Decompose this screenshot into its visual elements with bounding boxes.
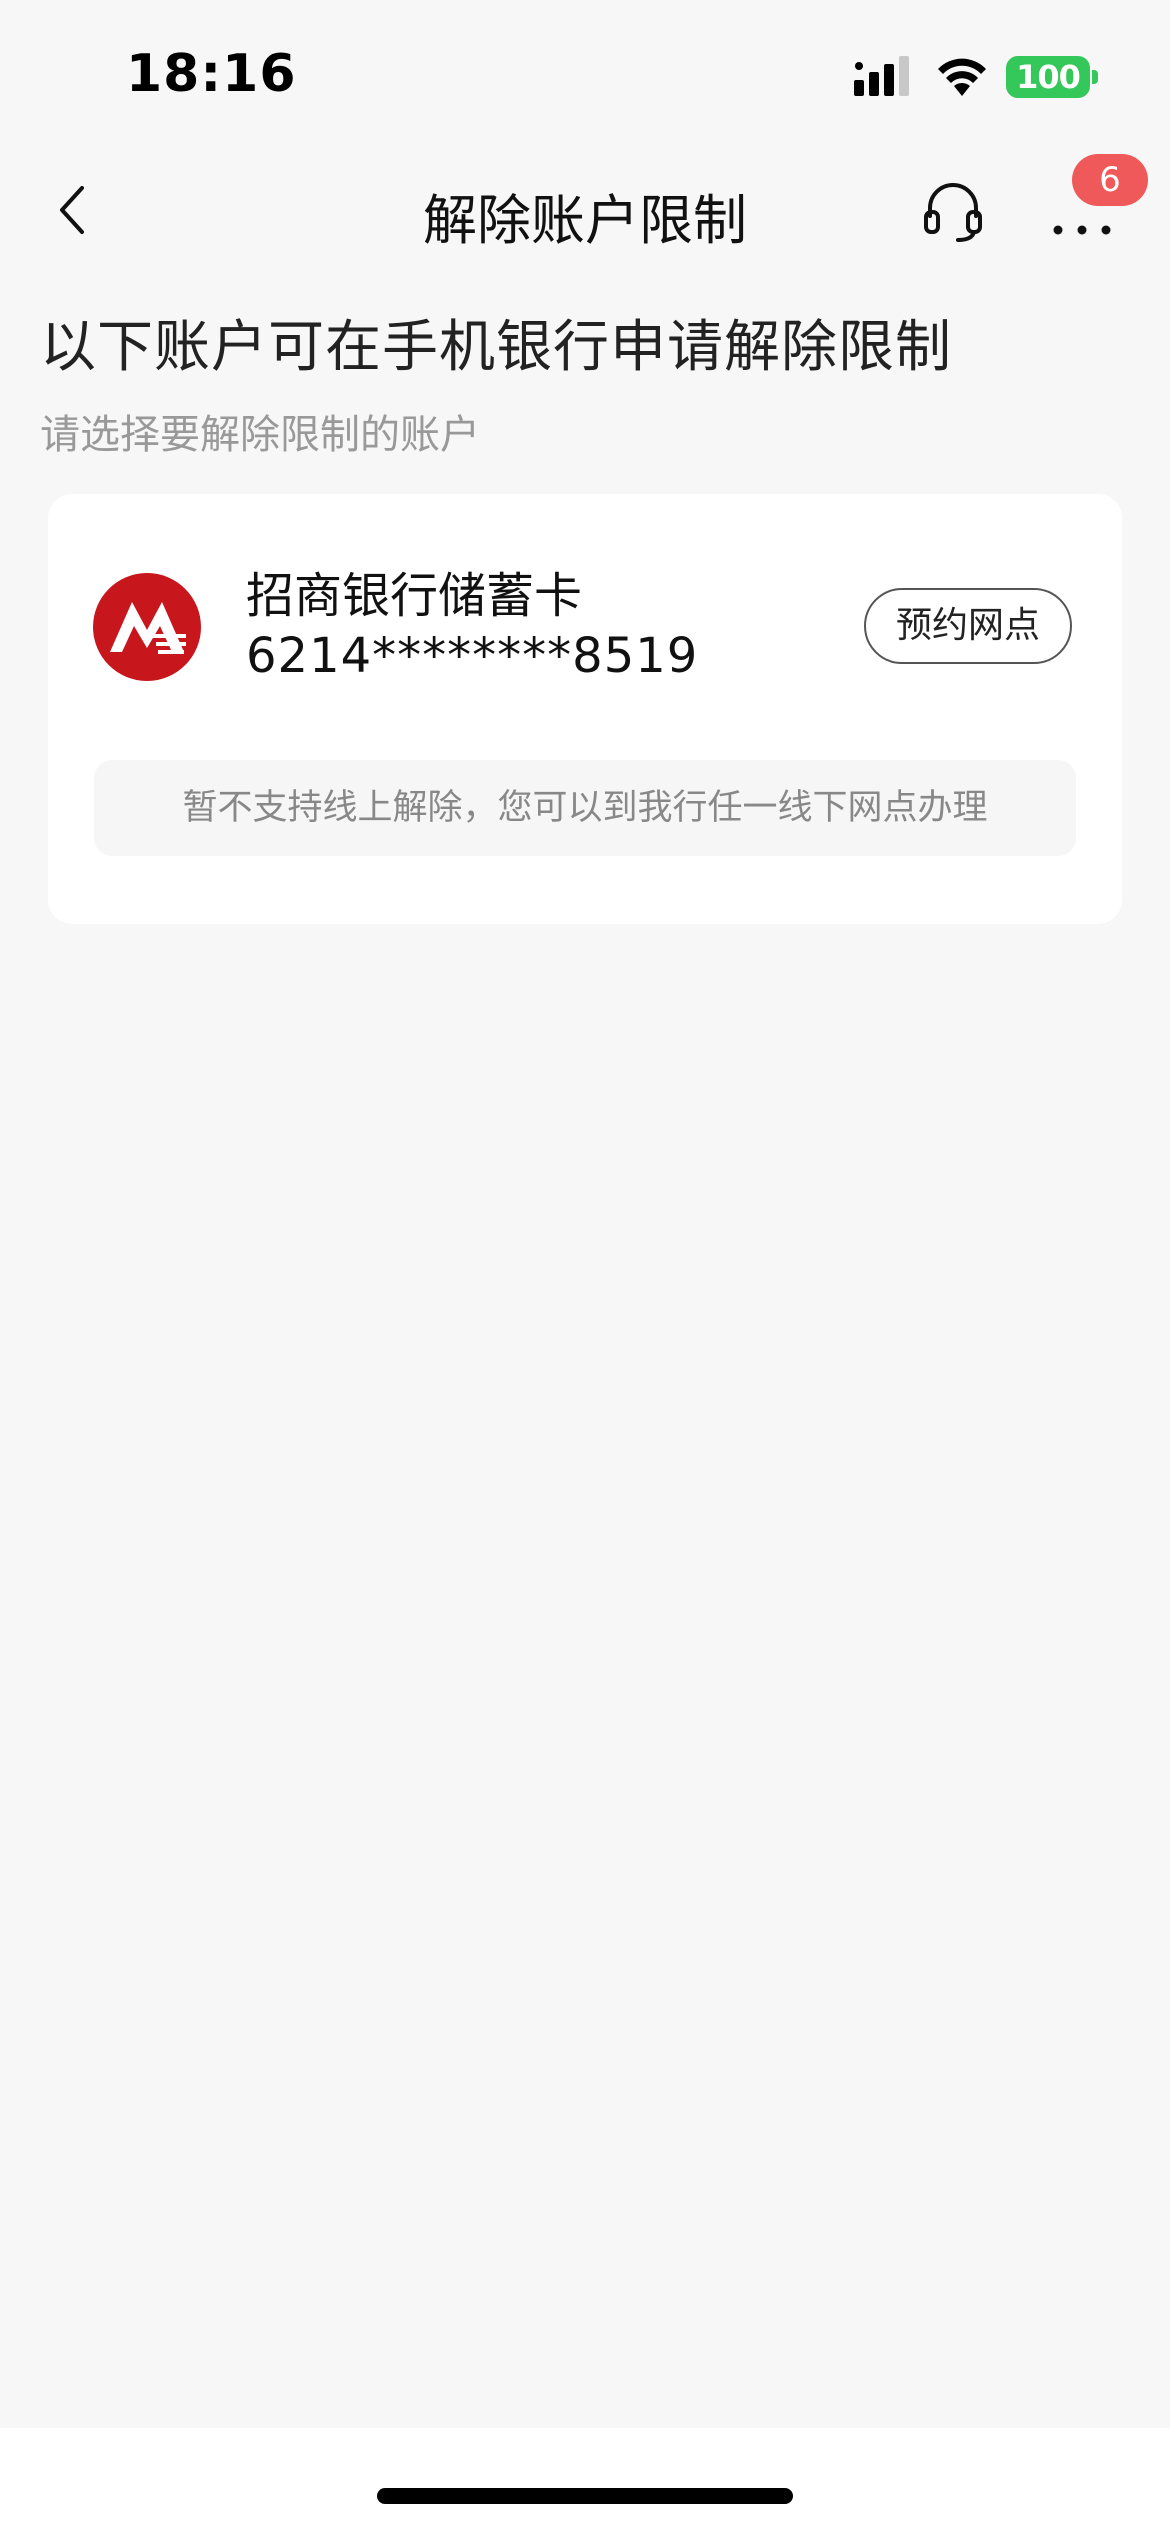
battery-indicator: 100 xyxy=(1006,56,1090,98)
nav-bar: 解除账户限制 xyxy=(0,150,1170,270)
bank-name: 招商银行储蓄卡 xyxy=(246,568,583,624)
account-card[interactable]: 招商银行储蓄卡 6214********8519 预约网点 暂不支持线上解除，您… xyxy=(48,494,1122,924)
cellular-signal-icon xyxy=(854,56,909,96)
notification-badge: 6 xyxy=(1072,154,1148,206)
home-indicator[interactable] xyxy=(377,2488,793,2504)
wifi-icon xyxy=(938,58,986,96)
chevron-left-icon xyxy=(60,186,84,234)
back-button[interactable] xyxy=(40,174,112,246)
battery-nub xyxy=(1092,70,1098,84)
offline-notice: 暂不支持线上解除，您可以到我行任一线下网点办理 xyxy=(94,760,1076,856)
page-title: 解除账户限制 xyxy=(423,189,747,252)
status-bar: 18:16 100 xyxy=(0,0,1170,150)
customer-service-button[interactable] xyxy=(918,176,988,246)
page-heading: 以下账户可在手机银行申请解除限制 xyxy=(40,315,952,380)
bottom-safe-area xyxy=(0,2428,1170,2532)
page-subheading: 请选择要解除限制的账户 xyxy=(40,412,480,458)
cmb-bank-logo-icon xyxy=(93,573,201,681)
headset-icon xyxy=(924,183,982,242)
status-time: 18:16 xyxy=(126,44,297,104)
book-branch-button[interactable]: 预约网点 xyxy=(864,588,1072,664)
card-number: 6214********8519 xyxy=(246,628,699,684)
